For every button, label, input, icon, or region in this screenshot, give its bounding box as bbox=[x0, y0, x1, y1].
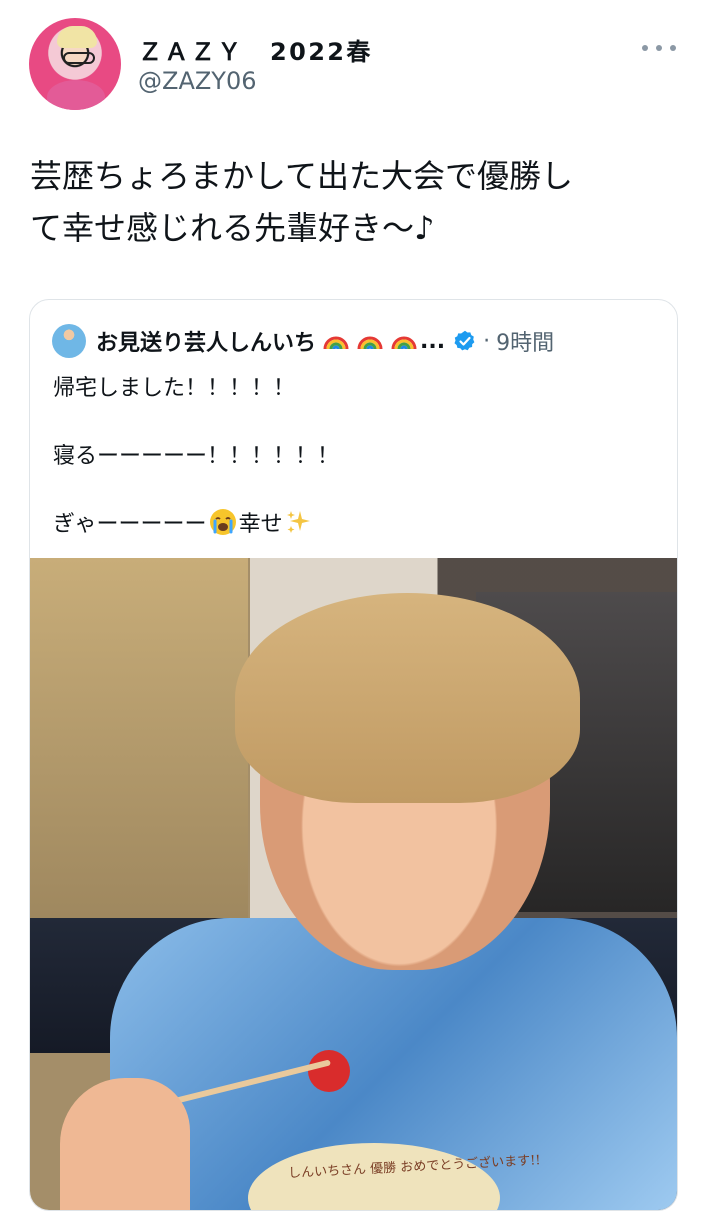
tweet-text-line-1: 芸歴ちょろまかして出た大会で優勝し bbox=[30, 157, 574, 195]
quoted-tweet-header: お見送り芸人しんいち ... · 9時間 bbox=[52, 322, 662, 360]
author-avatar[interactable] bbox=[29, 18, 121, 110]
quoted-author-name[interactable]: お見送り芸人しんいち bbox=[96, 325, 316, 357]
author-handle[interactable]: @ZAZY06 bbox=[138, 67, 257, 95]
more-options-icon[interactable] bbox=[642, 36, 676, 60]
quoted-tweet-card[interactable]: お見送り芸人しんいち ... · 9時間 帰宅しました！！！！！ 寝るーーーーー… bbox=[29, 299, 678, 1211]
crying-face-icon bbox=[209, 509, 236, 535]
tweet-header: ＺＡＺＹ 2022春 @ZAZY06 bbox=[0, 0, 705, 120]
more-dot bbox=[642, 45, 648, 51]
quoted-line-3: ぎゃーーーーー 幸せ bbox=[53, 508, 653, 542]
sparkles-icon bbox=[286, 511, 310, 533]
photo-strawberry bbox=[308, 1050, 350, 1092]
rainbow-icon bbox=[322, 327, 350, 355]
more-dot bbox=[670, 45, 676, 51]
tweet-text-line-2: て幸せ感じれる先輩好き〜♪ bbox=[30, 209, 435, 247]
tweet-text: 芸歴ちょろまかして出た大会で優勝し て幸せ感じれる先輩好き〜♪ bbox=[30, 150, 680, 254]
quoted-time[interactable]: 9時間 bbox=[496, 325, 554, 357]
verified-badge-icon bbox=[454, 330, 475, 351]
quoted-tweet-text: 帰宅しました！！！！！ 寝るーーーーー！！！！！！ ぎゃーーーーー 幸せ bbox=[53, 372, 653, 576]
name-ellipsis: ... bbox=[420, 328, 446, 354]
quoted-line-3-text: ぎゃーーーーー bbox=[53, 512, 207, 537]
quoted-author-avatar[interactable] bbox=[52, 324, 86, 358]
quoted-time-separator: · bbox=[483, 328, 491, 354]
quoted-tweet-photo[interactable]: しんいちさん 優勝 おめでとうございます!! bbox=[30, 558, 677, 1210]
rainbow-icon bbox=[390, 327, 418, 355]
photo-hand bbox=[60, 1078, 190, 1210]
photo-person-hair bbox=[235, 593, 580, 803]
avatar-hair bbox=[57, 26, 97, 48]
photo-background-box bbox=[30, 558, 248, 918]
more-dot bbox=[656, 45, 662, 51]
avatar-glasses bbox=[63, 52, 95, 64]
quoted-line-2: 寝るーーーーー！！！！！！ bbox=[53, 444, 340, 469]
rainbow-icon bbox=[356, 327, 384, 355]
quoted-line-4-text: 幸せ bbox=[238, 512, 283, 537]
avatar-body bbox=[47, 80, 105, 110]
author-display-name[interactable]: ＺＡＺＹ 2022春 bbox=[138, 32, 373, 67]
quoted-line-1: 帰宅しました！！！！！ bbox=[53, 376, 296, 401]
